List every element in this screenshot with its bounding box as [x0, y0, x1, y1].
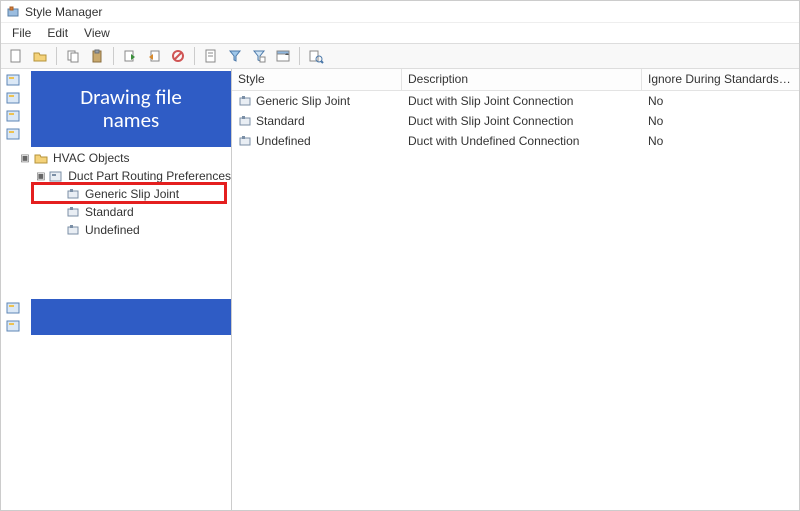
style-item-icon [65, 186, 81, 202]
style-item-icon [238, 134, 252, 148]
list-header: Style Description Ignore During Standard… [232, 69, 799, 91]
toolbar-separator [194, 47, 195, 65]
cell-description: Duct with Slip Joint Connection [408, 114, 573, 128]
cell-style: Generic Slip Joint [256, 94, 350, 108]
menu-file[interactable]: File [5, 25, 38, 41]
column-style[interactable]: Style [232, 69, 402, 90]
cell-style: Standard [256, 114, 305, 128]
export-button[interactable] [143, 45, 165, 67]
cell-style: Undefined [256, 134, 311, 148]
dwg-icon [5, 300, 21, 316]
toolbar-separator [56, 47, 57, 65]
title-bar: Style Manager [1, 1, 799, 23]
toolbar-separator [299, 47, 300, 65]
list-row[interactable]: Undefined Duct with Undefined Connection… [232, 131, 799, 151]
filter-button[interactable] [224, 45, 246, 67]
tree-label: Generic Slip Joint [85, 187, 179, 201]
annotation-line1: Drawing file [80, 86, 182, 109]
column-description[interactable]: Description [402, 69, 642, 90]
drawing-files-annotation: Drawing file names [31, 71, 231, 147]
cell-description: Duct with Slip Joint Connection [408, 94, 573, 108]
styles-view-button[interactable] [200, 45, 222, 67]
open-button[interactable] [29, 45, 51, 67]
menu-bar: File Edit View [1, 23, 799, 43]
cell-ignore: No [648, 94, 663, 108]
paste-button[interactable] [86, 45, 108, 67]
folder-icon [33, 150, 49, 166]
tree-label: Standard [85, 205, 134, 219]
new-button[interactable] [5, 45, 27, 67]
menu-edit[interactable]: Edit [40, 25, 75, 41]
expand-placeholder [51, 224, 63, 236]
expand-icon[interactable]: ▣ [35, 170, 47, 182]
annotation-line2: names [80, 109, 182, 132]
list-row[interactable]: Generic Slip Joint Duct with Slip Joint … [232, 91, 799, 111]
import-button[interactable] [119, 45, 141, 67]
filter-options-button[interactable] [248, 45, 270, 67]
tree-node-standard[interactable]: Standard [1, 203, 231, 221]
style-icon [49, 168, 65, 184]
cell-ignore: No [648, 134, 663, 148]
tree-node-undefined[interactable]: Undefined [1, 221, 231, 239]
toolbar-separator [113, 47, 114, 65]
dwg-icon [5, 90, 21, 106]
dwg-icon [5, 72, 21, 88]
tree-node-duct-routing-pref[interactable]: ▣ Duct Part Routing Preferences [1, 167, 231, 185]
cell-description: Duct with Undefined Connection [408, 134, 579, 148]
copy-button[interactable] [62, 45, 84, 67]
dwg-icon [5, 108, 21, 124]
tree-node-hvac-objects[interactable]: ▣ HVAC Objects [1, 149, 231, 167]
toolbar [1, 43, 799, 69]
expand-placeholder [51, 206, 63, 218]
cell-ignore: No [648, 114, 663, 128]
tree-label: Undefined [85, 223, 140, 237]
dwg-icon [5, 126, 21, 142]
style-item-icon [65, 204, 81, 220]
purge-button[interactable] [167, 45, 189, 67]
tree-label: Duct Part Routing Preferences [68, 169, 231, 183]
column-ignore[interactable]: Ignore During Standards Synchro... [642, 69, 799, 90]
list-row[interactable]: Standard Duct with Slip Joint Connection… [232, 111, 799, 131]
properties-button[interactable] [272, 45, 294, 67]
tree-pane: Drawing file names ▣ HVAC Objects ▣ Duct… [1, 69, 232, 510]
app-icon [5, 4, 21, 20]
menu-view[interactable]: View [77, 25, 117, 41]
style-item-icon [238, 114, 252, 128]
list-pane: Style Description Ignore During Standard… [232, 69, 799, 510]
style-item-icon [238, 94, 252, 108]
tree-label: HVAC Objects [53, 151, 129, 165]
expand-placeholder [51, 188, 63, 200]
tree[interactable]: ▣ HVAC Objects ▣ Duct Part Routing Prefe… [1, 147, 231, 239]
dwg-icon [5, 318, 21, 334]
expand-icon[interactable]: ▣ [19, 152, 31, 164]
window-title: Style Manager [25, 5, 102, 19]
tree-node-generic-slip-joint[interactable]: Generic Slip Joint [1, 185, 231, 203]
inspect-button[interactable] [305, 45, 327, 67]
drawing-files-annotation-2 [31, 299, 231, 335]
style-item-icon [65, 222, 81, 238]
main-content: Drawing file names ▣ HVAC Objects ▣ Duct… [1, 69, 799, 510]
